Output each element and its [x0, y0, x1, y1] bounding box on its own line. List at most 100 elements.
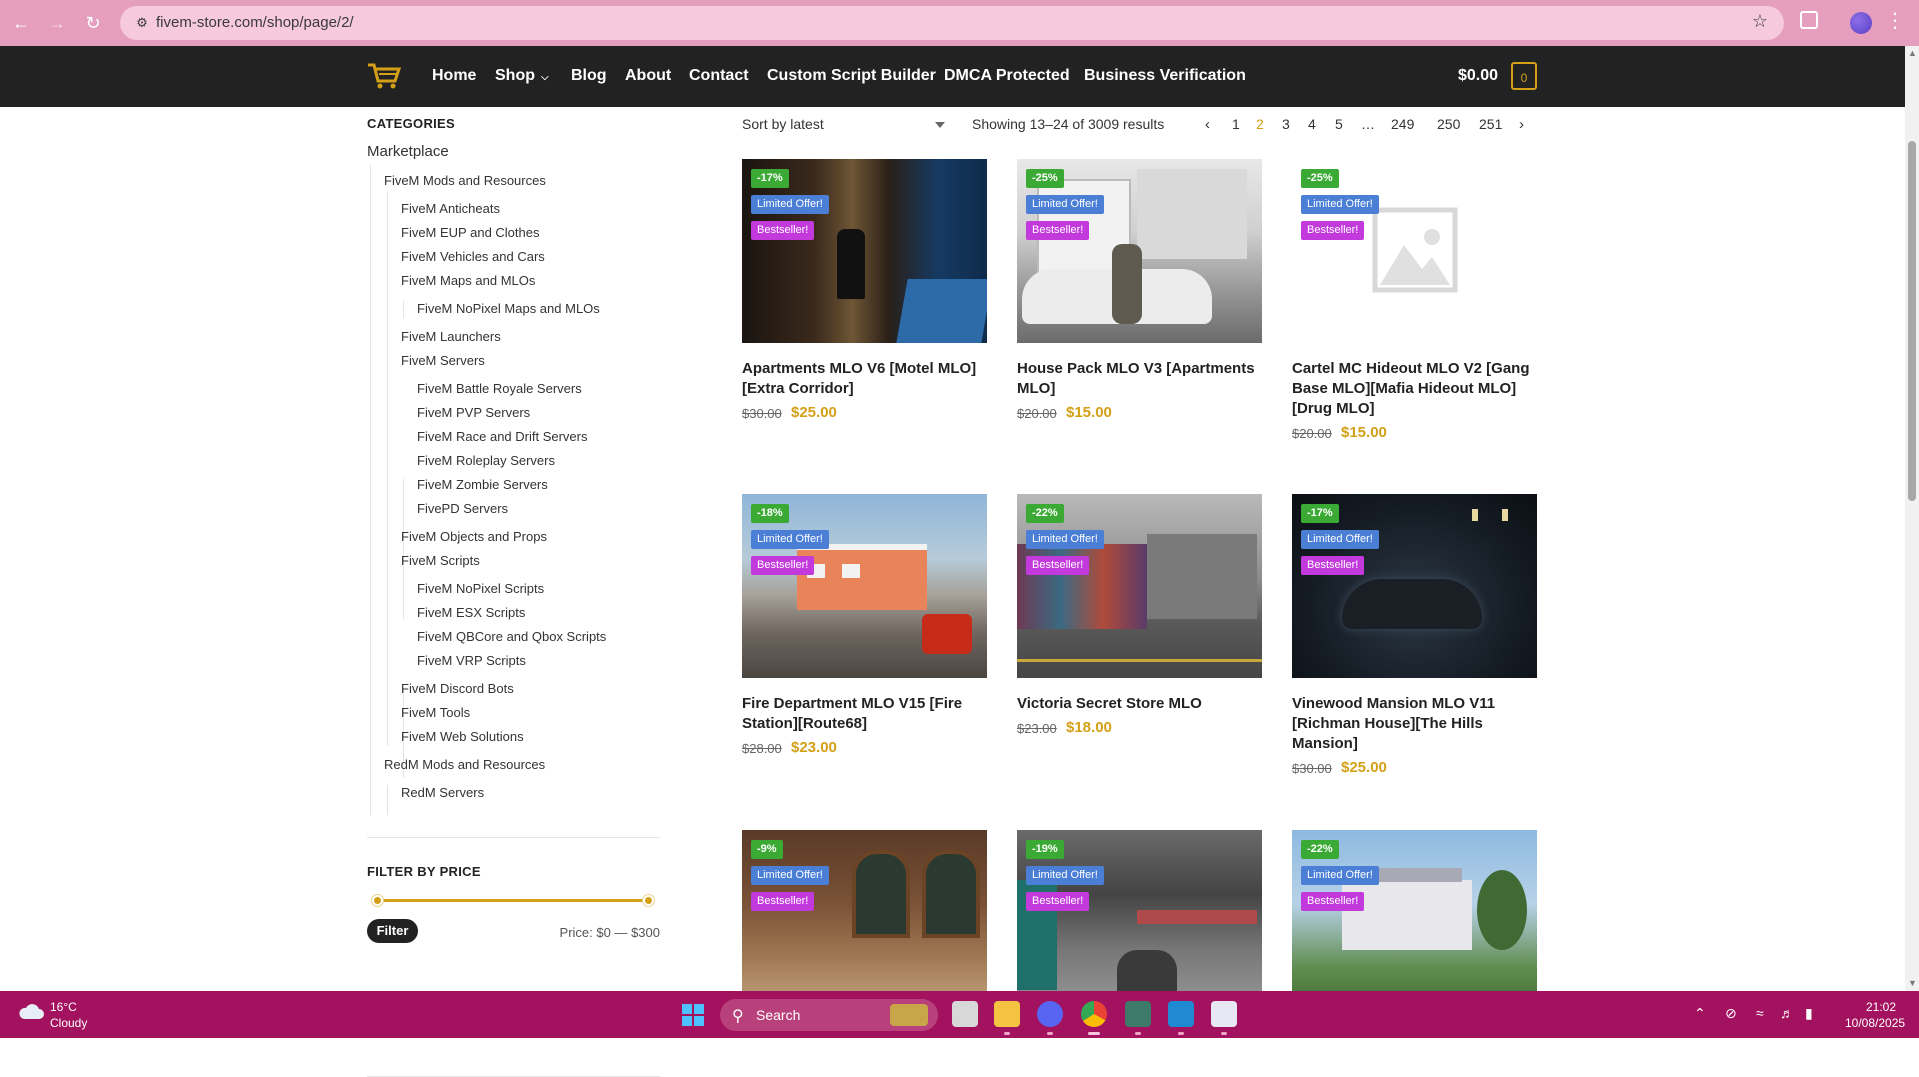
product-title[interactable]: House Pack MLO V3 [Apartments MLO]: [1017, 359, 1262, 399]
wifi-icon[interactable]: ≈: [1756, 1005, 1764, 1021]
category-maps[interactable]: FiveM Maps and MLOs: [401, 273, 535, 288]
page-scrollbar[interactable]: ▲ ▼: [1905, 46, 1919, 992]
pagination-link[interactable]: 249: [1391, 116, 1414, 132]
category-nopixel-scripts[interactable]: FiveM NoPixel Scripts: [417, 581, 544, 596]
network-off-icon[interactable]: ⊘: [1725, 1005, 1737, 1022]
category-vrp[interactable]: FiveM VRP Scripts: [417, 653, 526, 668]
windows-start-icon[interactable]: [682, 1004, 704, 1026]
url-text[interactable]: fivem-store.com/shop/page/2/: [156, 14, 354, 31]
category-discord-bots[interactable]: FiveM Discord Bots: [401, 681, 514, 696]
sale-badge: -18%: [751, 504, 789, 523]
taskbar-search[interactable]: ⚲ Search: [720, 999, 938, 1031]
product-card[interactable]: -9% Limited Offer! Bestseller!: [742, 830, 987, 991]
pagination-link[interactable]: 4: [1308, 116, 1316, 132]
clock-time[interactable]: 21:02: [1866, 1000, 1896, 1014]
category-redm-servers[interactable]: RedM Servers: [401, 785, 484, 800]
task-view-icon[interactable]: [952, 1001, 978, 1027]
category-race[interactable]: FiveM Race and Drift Servers: [417, 429, 588, 444]
battery-icon[interactable]: ▮: [1805, 1005, 1813, 1022]
pagination-link[interactable]: 3: [1282, 116, 1290, 132]
product-title[interactable]: Victoria Secret Store MLO: [1017, 694, 1262, 714]
category-redm[interactable]: RedM Mods and Resources: [384, 757, 545, 772]
nav-script-builder[interactable]: Custom Script Builder: [767, 67, 936, 85]
running-indicator: [1004, 1032, 1010, 1035]
nav-contact[interactable]: Contact: [689, 67, 749, 85]
category-objects[interactable]: FiveM Objects and Props: [401, 529, 547, 544]
menu-dots-icon[interactable]: ⋮: [1885, 8, 1905, 33]
filter-price-title: FILTER BY PRICE: [367, 864, 481, 879]
reload-icon[interactable]: ↻: [80, 10, 106, 36]
pagination-link[interactable]: 250: [1437, 116, 1460, 132]
cart-count-badge[interactable]: 0: [1511, 62, 1537, 90]
product-title[interactable]: Fire Department MLO V15 [Fire Station][R…: [742, 694, 987, 734]
tray-overflow-icon[interactable]: ⌃: [1694, 1005, 1706, 1022]
category-anticheats[interactable]: FiveM Anticheats: [401, 201, 500, 216]
price-slider-max-handle[interactable]: [643, 895, 654, 906]
weather-temp[interactable]: 16°C: [50, 1000, 77, 1014]
nav-shop[interactable]: Shop ⌵: [495, 67, 549, 85]
category-battle-royale[interactable]: FiveM Battle Royale Servers: [417, 381, 582, 396]
product-card[interactable]: -19% Limited Offer! Bestseller!: [1017, 830, 1262, 991]
category-roleplay[interactable]: FiveM Roleplay Servers: [417, 453, 555, 468]
category-zombie[interactable]: FiveM Zombie Servers: [417, 477, 548, 492]
nav-home[interactable]: Home: [432, 67, 476, 85]
cart-logo-icon[interactable]: [367, 62, 401, 90]
price-slider-min-handle[interactable]: [372, 895, 383, 906]
category-scripts[interactable]: FiveM Scripts: [401, 553, 480, 568]
forward-icon[interactable]: →: [44, 10, 70, 36]
sort-select[interactable]: Sort by latest: [742, 116, 824, 132]
pagination-link[interactable]: 5: [1335, 116, 1343, 132]
profile-avatar[interactable]: [1850, 12, 1872, 34]
category-tree-line: [387, 191, 388, 746]
scroll-up-icon[interactable]: ▲: [1908, 48, 1917, 58]
sale-badge: -22%: [1026, 504, 1064, 523]
file-explorer-icon[interactable]: [994, 1001, 1020, 1027]
pagination-next-icon[interactable]: ›: [1519, 116, 1524, 133]
nav-about[interactable]: About: [625, 67, 671, 85]
site-info-icon[interactable]: ⚙: [134, 15, 150, 31]
weather-desc[interactable]: Cloudy: [50, 1016, 87, 1030]
pagination-link[interactable]: 251: [1479, 116, 1502, 132]
product-title[interactable]: Apartments MLO V6 [Motel MLO] [Extra Cor…: [742, 359, 987, 399]
category-vehicles[interactable]: FiveM Vehicles and Cars: [401, 249, 545, 264]
product-card[interactable]: -22% Limited Offer! Bestseller!: [1292, 830, 1537, 991]
category-launchers[interactable]: FiveM Launchers: [401, 329, 501, 344]
back-icon[interactable]: ←: [8, 10, 34, 36]
sort-dropdown-arrow-icon[interactable]: [935, 122, 945, 128]
product-title[interactable]: Vinewood Mansion MLO V11 [Richman House]…: [1292, 694, 1537, 754]
pagination-prev-icon[interactable]: ‹: [1205, 116, 1210, 133]
category-pvp[interactable]: FiveM PVP Servers: [417, 405, 530, 420]
category-servers[interactable]: FiveM Servers: [401, 353, 485, 368]
photos-icon[interactable]: [1125, 1001, 1151, 1027]
filter-button[interactable]: Filter: [367, 919, 418, 943]
category-fivepd[interactable]: FivePD Servers: [417, 501, 508, 516]
pagination-link[interactable]: 1: [1232, 116, 1240, 132]
clock-date[interactable]: 10/08/2025: [1845, 1016, 1905, 1030]
nav-blog[interactable]: Blog: [571, 67, 607, 85]
category-nopixel-maps[interactable]: FiveM NoPixel Maps and MLOs: [417, 301, 600, 316]
category-web[interactable]: FiveM Web Solutions: [401, 729, 524, 744]
address-bar[interactable]: ⚙ fivem-store.com/shop/page/2/ ☆: [120, 6, 1784, 40]
category-fivem-mods[interactable]: FiveM Mods and Resources: [384, 173, 546, 188]
category-eup[interactable]: FiveM EUP and Clothes: [401, 225, 540, 240]
scroll-thumb[interactable]: [1908, 141, 1916, 501]
vscode-icon[interactable]: [1168, 1001, 1194, 1027]
category-tools[interactable]: FiveM Tools: [401, 705, 470, 720]
snipping-tool-icon[interactable]: [1211, 1001, 1237, 1027]
nav-verification[interactable]: Business Verification: [1084, 67, 1246, 85]
nav-dmca[interactable]: DMCA Protected: [944, 67, 1070, 85]
volume-icon[interactable]: ♬: [1780, 1005, 1794, 1021]
scroll-down-icon[interactable]: ▼: [1908, 978, 1917, 988]
category-esx[interactable]: FiveM ESX Scripts: [417, 605, 525, 620]
category-marketplace[interactable]: Marketplace: [367, 143, 449, 160]
cart-total[interactable]: $0.00: [1458, 67, 1498, 85]
cloud-icon[interactable]: [18, 1002, 44, 1020]
product-title[interactable]: Cartel MC Hideout MLO V2 [Gang Base MLO]…: [1292, 359, 1537, 419]
chrome-icon[interactable]: [1081, 1001, 1107, 1027]
price-slider-track[interactable]: [377, 899, 647, 902]
search-icon: ⚲: [732, 1008, 744, 1025]
bookmark-star-icon[interactable]: ☆: [1752, 11, 1768, 32]
discord-icon[interactable]: [1037, 1001, 1063, 1027]
category-qbcore[interactable]: FiveM QBCore and Qbox Scripts: [417, 629, 606, 644]
extensions-icon[interactable]: [1800, 11, 1818, 29]
